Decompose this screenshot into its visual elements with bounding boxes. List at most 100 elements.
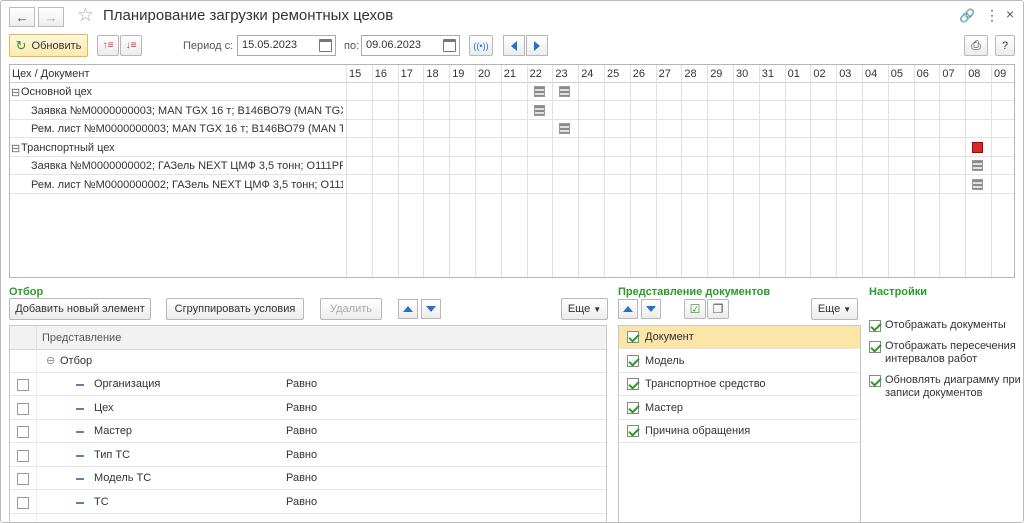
checkbox[interactable] (627, 354, 639, 367)
gantt-date-header: 24 (581, 68, 594, 80)
checkbox[interactable] (17, 379, 29, 391)
calendar-icon[interactable] (443, 39, 456, 52)
gantt-bar[interactable] (533, 104, 545, 116)
back-button[interactable]: ← (9, 7, 35, 27)
check-all-button[interactable]: ☑ (684, 299, 706, 319)
presentation-item-label: Документ (645, 331, 694, 343)
period-to-input[interactable]: 09.06.2023 (361, 35, 460, 56)
period-forward-button[interactable] (526, 35, 548, 56)
gantt-date-header: 19 (452, 68, 465, 80)
refresh-button[interactable]: ↻ Обновить (9, 34, 88, 57)
presentation-item[interactable]: Модель (619, 350, 860, 373)
gantt-row-label: Рем. лист №М0000000003; MAN TGX 16 т; В1… (31, 123, 343, 135)
filter-more-button[interactable]: Еще ▼ (561, 298, 608, 320)
more-vert-icon[interactable]: ⋮ (985, 7, 999, 24)
signal-icon: ((•)) (473, 40, 489, 51)
dash-icon (76, 501, 84, 504)
checkbox[interactable] (627, 331, 639, 343)
move-down-button[interactable] (421, 299, 441, 319)
collapse-icon[interactable]: ⊟ (11, 142, 20, 155)
checkbox[interactable] (869, 341, 881, 353)
sort-desc-button[interactable]: ↓≡ (120, 35, 142, 56)
arrow-right-icon (534, 40, 540, 51)
checkbox[interactable] (17, 496, 29, 509)
filter-field-name: Тип ТС (94, 448, 131, 461)
add-element-button[interactable]: Добавить новый элемент (9, 298, 151, 320)
filter-field-name: Модель ТС (94, 472, 152, 484)
pres-more-button[interactable]: Еще ▼ (811, 298, 858, 320)
checkbox[interactable] (627, 425, 639, 437)
presentation-item[interactable]: Причина обращения (619, 420, 860, 443)
gantt-date-header: 25 (607, 68, 620, 80)
gantt-row-label: Транспортный цех (21, 141, 115, 154)
pres-move-up-button[interactable] (618, 299, 638, 319)
gantt-bar[interactable] (972, 141, 984, 153)
gantt-date-header: 22 (529, 68, 542, 80)
gantt-group-row[interactable]: ⊟ Основной цех (10, 83, 1014, 101)
forward-button[interactable]: → (38, 7, 64, 27)
gantt-bar[interactable] (559, 123, 571, 134)
gantt-group-row[interactable]: ⊟ Транспортный цех (10, 139, 1014, 157)
gantt-date-header: 02 (813, 68, 826, 80)
filter-row[interactable]: Цех Равно (10, 397, 606, 420)
gantt-bar[interactable] (533, 86, 545, 97)
close-icon[interactable]: × (1006, 6, 1014, 22)
checkbox[interactable] (17, 426, 29, 438)
checkbox[interactable] (869, 320, 881, 332)
gantt-bar[interactable] (972, 178, 984, 190)
gantt-document-row[interactable]: Рем. лист №М0000000003; MAN TGX 16 т; В1… (10, 120, 1014, 138)
filter-row[interactable]: Мастер Равно (10, 420, 606, 443)
filter-row[interactable]: ТС Равно (10, 491, 606, 514)
chevron-down-icon: ▼ (593, 304, 602, 314)
gantt-date-header: 29 (710, 68, 723, 80)
move-up-button[interactable] (398, 299, 418, 319)
filter-root-row[interactable]: ⊖ Отбор (10, 350, 606, 373)
filter-condition[interactable]: Равно (286, 425, 317, 437)
filter-condition[interactable]: Равно (286, 402, 317, 414)
checkbox[interactable] (627, 401, 639, 414)
filter-condition[interactable]: Равно (286, 472, 317, 484)
checkbox[interactable] (869, 375, 881, 387)
filter-row[interactable]: Модель ТС Равно (10, 467, 606, 490)
copy-icon: ❐ (712, 302, 724, 316)
presentation-item[interactable]: Документ (619, 326, 860, 349)
gantt-date-header: 21 (503, 68, 517, 80)
sort-asc-button[interactable]: ↑≡ (97, 35, 119, 56)
checkbox[interactable] (17, 402, 29, 415)
uncheck-all-button[interactable]: ❐ (707, 299, 729, 319)
delete-button[interactable]: Удалить (320, 298, 382, 320)
gantt-date-header: 16 (374, 68, 388, 80)
gantt-row-label: Заявка №М0000000002; ГАЗель NEXT ЦМФ 3,5… (31, 160, 343, 172)
link-icon[interactable]: 🔗 (959, 8, 975, 24)
presentation-item[interactable]: Мастер (619, 397, 860, 420)
calendar-icon[interactable] (319, 39, 332, 52)
period-to-value: 09.06.2023 (366, 39, 422, 51)
print-button[interactable]: ⎙ (964, 35, 988, 56)
collapse-icon[interactable]: ⊟ (11, 86, 20, 99)
gantt-document-row[interactable]: Рем. лист №М0000000002; ГАЗель NEXT ЦМФ … (10, 176, 1014, 194)
collapse-icon[interactable]: ⊖ (46, 354, 55, 367)
filter-condition[interactable]: Равно (286, 378, 317, 390)
filter-condition[interactable]: Равно (286, 496, 317, 508)
setting-label: Обновлять диаграмму при записи документо… (885, 374, 1021, 399)
gantt-bar[interactable] (972, 160, 984, 171)
check-all-icon: ☑ (689, 302, 701, 316)
checkbox[interactable] (17, 449, 29, 462)
help-button[interactable]: ? (995, 35, 1015, 56)
filter-condition[interactable]: Равно (286, 449, 317, 461)
group-conditions-button[interactable]: Сгруппировать условия (166, 298, 304, 320)
filter-column-header: Представление (42, 332, 122, 344)
period-back-button[interactable] (503, 35, 525, 56)
checkbox[interactable] (17, 473, 29, 485)
presentation-item[interactable]: Транспортное средство (619, 373, 860, 396)
current-period-button[interactable]: ((•)) (469, 35, 493, 56)
gantt-document-row[interactable]: Заявка №М0000000002; ГАЗель NEXT ЦМФ 3,5… (10, 157, 1014, 175)
star-icon[interactable]: ☆ (77, 4, 94, 27)
checkbox[interactable] (627, 378, 639, 390)
pres-move-down-button[interactable] (641, 299, 661, 319)
filter-row[interactable]: Организация Равно (10, 373, 606, 396)
gantt-document-row[interactable]: Заявка №М0000000003; MAN TGX 16 т; В146В… (10, 102, 1014, 120)
period-from-input[interactable]: 15.05.2023 (237, 35, 336, 56)
filter-row[interactable]: Тип ТС Равно (10, 444, 606, 467)
gantt-bar[interactable] (559, 86, 571, 97)
